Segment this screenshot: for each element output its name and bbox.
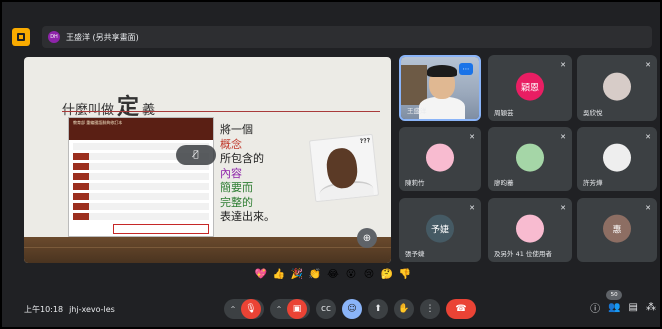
mic-off-icon: ✕ — [560, 61, 566, 69]
participant-avatar: 惠 — [603, 214, 631, 243]
participant-name: 許芳燁 — [583, 179, 603, 187]
participant-name: 吳欣悅 — [583, 109, 603, 117]
raise-hand-button[interactable]: ✋ — [394, 299, 414, 319]
confused-face-image: ??? — [308, 133, 380, 203]
slide-line-2: 所包含的 — [220, 152, 264, 165]
mic-control: ^ 🎙 — [224, 299, 264, 319]
participant-name: 張予婕 — [405, 250, 425, 258]
meeting-info: 上午10:18 jhj-xevo-les — [24, 304, 115, 315]
dict-row — [73, 203, 209, 210]
participant-tile[interactable]: ✕ 陳莉竹 — [399, 127, 481, 191]
reaction-surprised[interactable]: 😮 — [344, 269, 358, 285]
participant-avatar: 穎恩 — [516, 72, 544, 101]
zoom-icon[interactable]: ⊕ — [357, 228, 377, 248]
people-count: 50 — [606, 290, 623, 300]
slide-line-4: 簡要而 — [220, 181, 253, 194]
more-options-button[interactable]: ⋮ — [420, 299, 440, 319]
mic-off-icon: ✕ — [469, 204, 475, 212]
video-hair — [427, 65, 457, 77]
dict-row — [73, 213, 209, 220]
reaction-clap[interactable]: 👏 — [308, 269, 322, 285]
reactions-button[interactable]: ☺ — [342, 299, 362, 319]
mic-off-icon: ✕ — [645, 204, 651, 212]
participant-name: 王盛洋 — [407, 107, 427, 115]
chevron-up-icon[interactable]: ^ — [273, 303, 285, 315]
present-icon[interactable] — [12, 28, 30, 46]
participant-tile[interactable]: ⋯ 王盛洋 — [399, 55, 481, 121]
dict-highlight — [113, 224, 209, 234]
participant-avatar — [603, 72, 631, 101]
presenter-label: 王盛洋 (另共享畫面) — [66, 32, 139, 42]
slide-line-5: 完整的 — [220, 195, 253, 209]
side-tools: ⓘ 50 👥 ▤ ⁂ — [590, 290, 656, 315]
participant-tile[interactable]: ✕ 吳欣悅 — [577, 55, 657, 121]
meeting-time: 上午10:18 — [24, 305, 64, 314]
participant-name: 周穎芸 — [494, 109, 514, 117]
others-label: 及另外 41 位使用者 — [494, 250, 552, 258]
dictionary-header: 教育部 重編國語辭典修訂本 — [69, 118, 213, 140]
bottom-bar: 上午10:18 jhj-xevo-les ^ 🎙 ^ ▣ cc ☺ ⬆ ✋ ⋮ ☎ — [2, 290, 660, 326]
slide-line-1: 概念 — [220, 137, 242, 151]
camera-control: ^ ▣ — [270, 299, 310, 319]
present-button[interactable]: ⬆ — [368, 299, 388, 319]
more-options-icon[interactable]: ⋯ — [459, 63, 473, 75]
face-question-marks: ??? — [359, 137, 371, 146]
activities-icon[interactable]: ⁂ — [646, 302, 656, 313]
dict-row — [73, 183, 209, 190]
reaction-party[interactable]: 🎉 — [290, 269, 304, 285]
slide-mic-off-icon: 🎙̸ — [176, 145, 216, 165]
captions-button[interactable]: cc — [316, 299, 336, 319]
others-tile[interactable]: ✕ 及另外 41 位使用者 — [488, 198, 572, 262]
mic-off-icon: ✕ — [560, 204, 566, 212]
mic-off-icon: ✕ — [645, 61, 651, 69]
chevron-up-icon[interactable]: ^ — [227, 303, 239, 315]
participant-tile[interactable]: ✕ 惠 — [577, 198, 657, 262]
reaction-heart[interactable]: 💖 — [254, 269, 268, 285]
dict-row — [73, 193, 209, 200]
participant-avatar — [516, 214, 544, 243]
shared-slide: 什麼叫做定義 教育部 重編國語辭典修訂本 將一個 概念 所包含的 內容 簡要而 … — [24, 57, 391, 263]
reaction-bar: 💖 👍 🎉 👏 😂 😮 😢 🤔 👎 — [254, 269, 412, 285]
dictionary-screenshot: 教育部 重編國語辭典修訂本 — [68, 117, 214, 237]
slide-title-underline — [62, 111, 380, 112]
participant-avatar — [516, 143, 544, 172]
info-icon[interactable]: ⓘ — [590, 300, 600, 315]
top-bar: DH 王盛洋 (另共享畫面) — [12, 26, 652, 48]
participant-tile[interactable]: ✕ 廖昀蓁 — [488, 127, 572, 191]
meet-window: DH 王盛洋 (另共享畫面) 什麼叫做定義 教育部 重編國語辭典修訂本 將一個 … — [0, 0, 662, 329]
end-call-button[interactable]: ☎ — [446, 299, 476, 319]
participant-name: 陳莉竹 — [405, 179, 425, 187]
people-button[interactable]: 50 👥 — [606, 290, 623, 313]
participant-avatar — [426, 143, 454, 172]
meeting-code: jhj-xevo-les — [69, 305, 115, 314]
participant-tile[interactable]: ✕ 予婕 張予婕 — [399, 198, 481, 262]
slide-line-6: 表達出來。 — [220, 210, 275, 223]
participant-tile[interactable]: ✕ 許芳燁 — [577, 127, 657, 191]
participant-avatar — [603, 143, 631, 172]
slide-line-0: 將一個 — [220, 123, 253, 136]
reaction-thinking[interactable]: 🤔 — [380, 269, 394, 285]
reaction-thumbs-down[interactable]: 👎 — [398, 269, 412, 285]
slide-floor — [24, 237, 391, 263]
presenter-avatar: DH — [48, 31, 60, 43]
call-controls: ^ 🎙 ^ ▣ cc ☺ ⬆ ✋ ⋮ ☎ — [224, 298, 476, 320]
reaction-sad[interactable]: 😢 — [362, 269, 376, 285]
slide-definition-text: 將一個 概念 所包含的 內容 簡要而 完整的 表達出來。 — [220, 123, 275, 225]
slide-line-3: 內容 — [220, 166, 242, 180]
mic-off-icon: ✕ — [645, 133, 651, 141]
participant-avatar: 予婕 — [426, 214, 454, 243]
participant-name: 廖昀蓁 — [494, 179, 514, 187]
participant-tile[interactable]: ✕ 穎恩 周穎芸 — [488, 55, 572, 121]
camera-off-button[interactable]: ▣ — [287, 299, 307, 319]
mic-off-button[interactable]: 🎙 — [241, 299, 261, 319]
mic-off-icon: ✕ — [560, 133, 566, 141]
mic-off-icon: ✕ — [469, 133, 475, 141]
dict-row — [73, 173, 209, 180]
reaction-laugh[interactable]: 😂 — [326, 269, 340, 285]
chat-icon[interactable]: ▤ — [629, 302, 638, 313]
presenter-chip[interactable]: DH 王盛洋 (另共享畫面) — [42, 26, 652, 48]
people-icon: 👥 — [608, 302, 621, 313]
reaction-thumbs-up[interactable]: 👍 — [272, 269, 286, 285]
